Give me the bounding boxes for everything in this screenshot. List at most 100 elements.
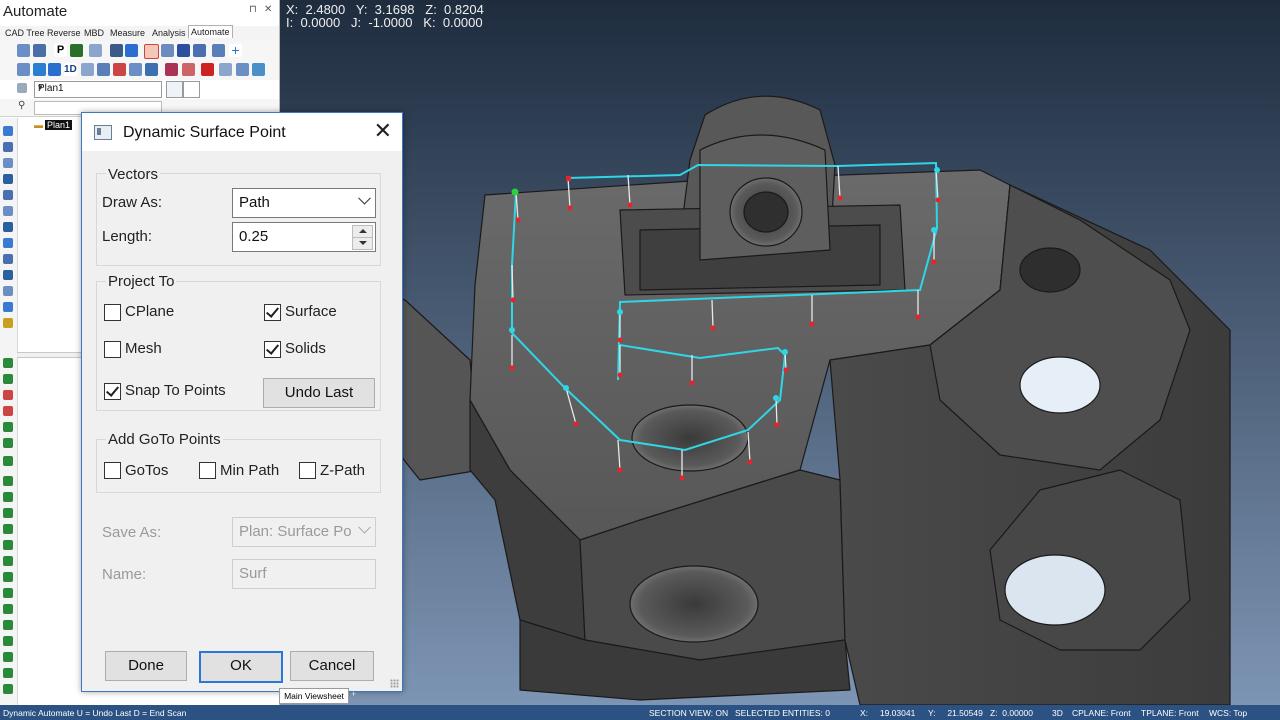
point-feature-icon[interactable] [3,126,13,136]
construct-plane-icon[interactable] [3,508,13,518]
grid-scan-icon[interactable] [193,44,206,57]
torus-feature-icon[interactable] [3,270,13,280]
cross-icon[interactable] [252,63,265,76]
length-stepper[interactable]: 0.25 [232,222,376,252]
surface-scan-icon[interactable] [161,44,174,57]
path-icon[interactable] [113,63,126,76]
datum-icon[interactable] [81,63,94,76]
ok-button[interactable]: OK [199,651,283,683]
snap-to-points-checkbox[interactable] [104,383,121,400]
close-icon[interactable]: ✕ [374,119,392,143]
tolerance-icon[interactable] [3,456,13,466]
add-icon[interactable]: + [229,43,242,57]
tplane-status[interactable]: TPLANE: Front [1141,708,1199,718]
solids-checkbox[interactable] [264,341,281,358]
cplane-checkbox[interactable] [104,304,121,321]
main-viewsheet-tab[interactable]: Main Viewsheet [279,688,349,704]
line-feature-icon[interactable] [3,142,13,152]
construct-ellipse-icon[interactable] [3,620,13,630]
cplane-status[interactable]: CPLANE: Front [1072,708,1131,718]
scatter-icon[interactable] [182,63,195,76]
tree-node-plan1[interactable]: ▬ Plan1 [34,120,73,130]
thermometer-icon[interactable] [201,63,214,76]
construct-torus-icon[interactable] [3,636,13,646]
plan-settings-icon[interactable] [183,81,200,98]
slot-feature-icon[interactable] [3,190,13,200]
1d-icon[interactable]: 1D [64,63,77,76]
tab-analysis[interactable]: Analysis [150,27,188,39]
tab-mbd[interactable]: MBD [82,27,106,39]
tool-icon[interactable] [110,44,123,57]
plan-list-icon[interactable] [33,44,46,57]
view-mode-toggle[interactable]: 3D [1052,708,1063,718]
stepper-down-icon[interactable] [352,237,373,250]
surface-feature-icon[interactable] [3,302,13,312]
construct-line-icon[interactable] [3,492,13,502]
tab-automate[interactable]: Automate [188,25,233,38]
points-icon[interactable] [165,63,178,76]
align-icon[interactable] [17,63,30,76]
sphere-feature-icon[interactable] [3,238,13,248]
curve-feature-icon[interactable] [3,286,13,296]
cone-feature-icon[interactable] [3,254,13,264]
hatch-icon[interactable] [177,44,190,57]
profile-icon[interactable] [3,422,13,432]
flatness-icon[interactable] [3,406,13,416]
done-button[interactable]: Done [105,651,187,681]
angle-icon[interactable] [3,374,13,384]
surface-checkbox[interactable] [264,304,281,321]
chart-icon[interactable] [145,63,158,76]
pin-icon[interactable]: ⊓ [249,4,257,15]
construct-cone-icon[interactable] [3,572,13,582]
runout-icon[interactable] [3,438,13,448]
tab-measure[interactable]: Measure [108,27,147,39]
play-icon[interactable] [125,44,138,57]
scan-line-icon[interactable] [236,63,249,76]
cylinder-feature-icon[interactable] [3,222,13,232]
find-plan-icon[interactable] [166,81,183,98]
construct-slot-icon[interactable] [3,588,13,598]
cancel-button[interactable]: Cancel [290,651,374,681]
report-icon[interactable] [89,44,102,57]
construct-sphere-icon[interactable] [3,556,13,566]
construct-curve-icon[interactable] [3,652,13,662]
wcs-status[interactable]: WCS: Top [1209,708,1247,718]
dialog-titlebar[interactable]: Dynamic Surface Point ✕ [82,113,402,151]
plane-feature-icon[interactable] [3,158,13,168]
ellipse-feature-icon[interactable] [3,206,13,216]
circle-feature-icon[interactable] [3,174,13,184]
distance-icon[interactable] [3,358,13,368]
draw-as-select[interactable]: Path [232,188,376,218]
plan-select[interactable]: Plan1 ▾ [34,81,162,98]
loop-icon[interactable] [33,63,46,76]
tab-cad-tree[interactable]: CAD Tree [3,27,47,39]
probe-icon[interactable]: P [54,44,67,57]
construct-circle-icon[interactable] [3,524,13,534]
auto-feature-icon[interactable] [3,318,13,328]
construct-surface-icon[interactable] [3,668,13,678]
construct-point-icon[interactable] [3,476,13,486]
min-path-checkbox[interactable] [199,462,216,479]
gotos-checkbox[interactable] [104,462,121,479]
construct-cylinder-icon[interactable] [3,540,13,550]
vector-icon[interactable] [129,63,142,76]
tab-reverse[interactable]: Reverse [45,27,83,39]
z-path-checkbox[interactable] [299,462,316,479]
construct-mesh-icon[interactable] [3,684,13,694]
dot-grid-icon[interactable] [219,63,232,76]
text-icon[interactable] [144,44,159,59]
position-icon[interactable] [3,390,13,400]
plan-properties-icon[interactable] [17,44,30,57]
section-view-status[interactable]: SECTION VIEW: ON [649,708,728,718]
clearance-icon[interactable] [97,63,110,76]
panel-close-icon[interactable]: ✕ [264,4,272,15]
mesh-checkbox[interactable] [104,341,121,358]
resize-grip-icon[interactable] [390,679,399,688]
rotate-icon[interactable] [212,44,225,57]
undo-last-button[interactable]: Undo Last [263,378,375,408]
name-input[interactable]: Surf [232,559,376,589]
step-icon[interactable] [48,63,61,76]
flag-icon[interactable] [70,44,83,57]
construct-rect-icon[interactable] [3,604,13,614]
add-viewsheet-icon[interactable]: + [351,689,356,699]
